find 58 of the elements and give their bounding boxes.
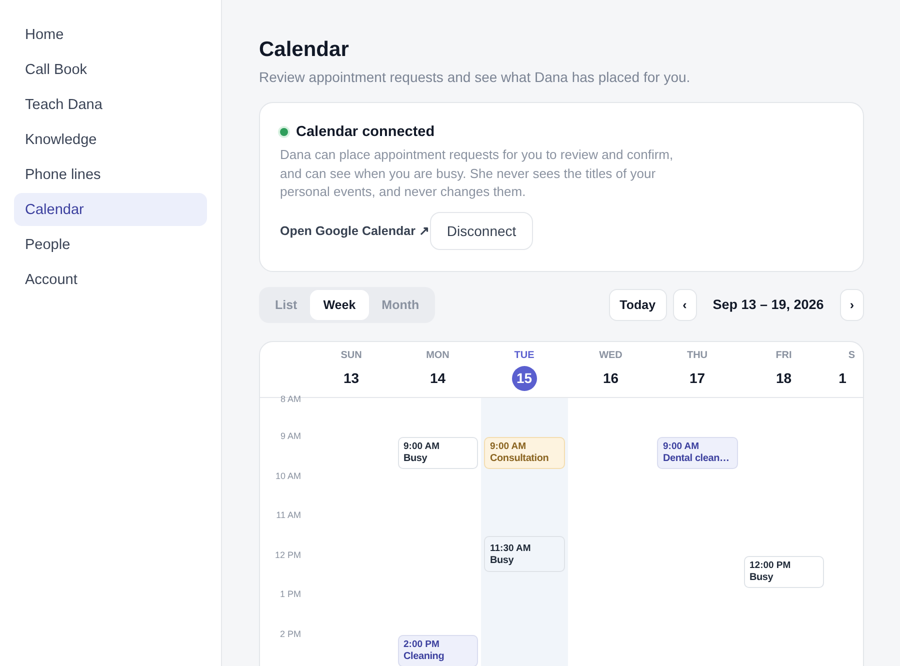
weekday-label: WED (599, 350, 622, 360)
hour-label: 9 AM (280, 431, 301, 442)
sidebar-item[interactable]: People (14, 228, 207, 261)
event-time: 12:00 PM (750, 560, 791, 570)
hour-label: 11 AM (276, 510, 301, 521)
event-time: 11:30 AM (490, 542, 531, 554)
hour-label: 10 AM (275, 470, 301, 482)
event-time: 9:00 AM (490, 441, 526, 452)
next-week-button[interactable]: › (840, 288, 864, 320)
today-button[interactable]: Today (608, 288, 667, 320)
connection-title: Calendar connected (296, 124, 435, 140)
weekday-label: SUN (340, 350, 362, 360)
day-number[interactable]: 17 (684, 366, 710, 390)
calendar-event[interactable]: 9:00 AM Consultation (484, 437, 564, 469)
day-number[interactable]: 1 (830, 366, 855, 390)
sidebar-item[interactable]: Home (14, 18, 207, 51)
calendar-event[interactable]: 11:30 AM Busy (484, 536, 564, 572)
calendar-event[interactable]: 9:00 AM Dental clean… (657, 437, 738, 469)
day-number[interactable]: 16 (598, 366, 624, 390)
sidebar-item[interactable]: Phone lines (14, 158, 207, 191)
view-tab[interactable]: Week (310, 290, 369, 320)
sidebar-item[interactable]: Teach Dana (14, 88, 207, 121)
disconnect-button[interactable]: Disconnect (430, 212, 534, 250)
calendar-event[interactable]: 2:00 PM Cleaning (398, 634, 478, 666)
sidebar-item[interactable]: Account (14, 263, 207, 296)
event-title: Cleaning (404, 650, 444, 662)
weekday-label: FRI (776, 350, 792, 360)
previous-week-button[interactable]: ‹ (672, 288, 697, 320)
event-title: Busy (404, 453, 428, 464)
weekday-label: THU (686, 350, 708, 360)
calendar-event[interactable]: 12:00 PM Busy (744, 556, 824, 588)
hour-label: 8 AM (280, 394, 301, 404)
hour-label: 1 PM (280, 589, 301, 600)
event-time: 2:00 PM (404, 638, 440, 650)
day-number[interactable]: 13 (338, 366, 364, 390)
hour-label: 2 PM (280, 628, 301, 640)
page-title: Calendar (259, 38, 350, 62)
weekday-label: MON (426, 350, 450, 360)
sidebar-item[interactable]: Calendar (14, 193, 207, 226)
event-time: 9:00 AM (404, 441, 440, 452)
event-title: Dental clean… (663, 453, 730, 464)
open-calendar-link[interactable]: Open Google Calendar ↗ (280, 223, 430, 238)
day-number[interactable]: 14 (425, 366, 450, 390)
event-title: Consultation (490, 453, 549, 464)
page-subtitle: Review appointment requests and see what Dana has placed for you. (259, 69, 692, 85)
date-range: Sep 13 – 19, 2026 (712, 297, 825, 312)
connection-description: Dana can place appointment requests for you to review and confirm, and can see when you are busy. She never sees the titles of your personal events, and never changes them. (280, 146, 674, 201)
sidebar-item[interactable]: Call Book (14, 53, 207, 86)
day-number[interactable]: 15 (512, 366, 537, 390)
event-title: Busy (490, 554, 514, 566)
weekday-label: S (848, 350, 855, 360)
event-time: 9:00 AM (663, 441, 700, 452)
event-title: Busy (750, 572, 774, 582)
day-number[interactable]: 18 (771, 366, 796, 390)
weekday-label: TUE (514, 350, 534, 360)
sidebar-item[interactable]: Knowledge (14, 123, 207, 156)
calendar-event[interactable]: 9:00 AM Busy (398, 437, 478, 469)
hour-label: 12 PM (274, 550, 301, 560)
